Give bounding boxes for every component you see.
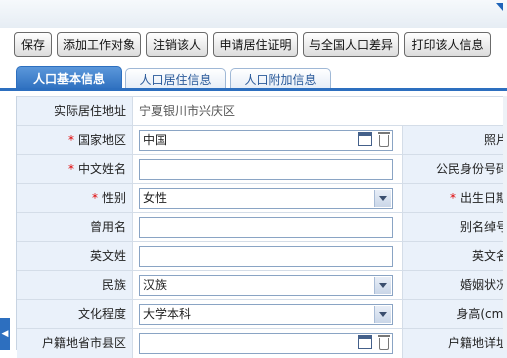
education-label: 文化程度 (17, 300, 133, 329)
save-button[interactable]: 保存 (14, 32, 52, 57)
household-region-field[interactable] (139, 333, 393, 354)
cancel-person-button[interactable]: 注销该人 (146, 32, 208, 57)
calendar-icon[interactable] (358, 132, 372, 146)
chevron-down-icon[interactable] (374, 277, 391, 294)
birthdate-label-text: 出生日期 (459, 191, 507, 205)
gender-select-value: 女性 (143, 191, 168, 205)
gender-select[interactable]: 女性 (139, 188, 393, 209)
row-english-surname: 英文姓 英文名 (17, 241, 507, 271)
row-ethnicity: 民族 汉族 婚姻状况 (17, 270, 507, 300)
english-name-label: 英文名 (402, 242, 507, 271)
country-label-text: 国家地区 (77, 133, 126, 147)
household-detail-label: 户籍地详址 (402, 329, 507, 358)
row-chinese-name: * 中文姓名 公民身份号码 (17, 154, 507, 184)
print-info-button[interactable]: 打印该人信息 (404, 32, 491, 57)
row-actual-address: 实际居住地址 宁夏银川市兴庆区 (17, 96, 507, 126)
gender-label-text: 性别 (101, 191, 126, 205)
calendar-icon[interactable] (358, 335, 372, 349)
corner-marker-icon (496, 3, 503, 11)
chinese-name-label: * 中文姓名 (17, 155, 133, 184)
required-marker: * (449, 191, 456, 205)
chinese-name-field[interactable] (139, 159, 393, 180)
row-gender: * 性别 女性 * 出生日期 (17, 183, 507, 213)
top-strip (0, 0, 507, 28)
ethnicity-label: 民族 (17, 271, 133, 300)
chinese-name-label-text: 中文姓名 (77, 162, 126, 176)
height-label: 身高(cm) (402, 300, 507, 329)
english-surname-label: 英文姓 (17, 242, 133, 271)
marital-label: 婚姻状况 (402, 271, 507, 300)
alias-label: 别名绰号 (402, 213, 507, 242)
photo-label: 照片 (402, 126, 507, 155)
row-education: 文化程度 大学本科 身高(cm) (17, 299, 507, 329)
scrollbar[interactable] (503, 96, 507, 350)
english-surname-field[interactable] (139, 246, 393, 267)
ethnicity-select-value: 汉族 (143, 278, 168, 292)
education-select-value: 大学本科 (143, 307, 192, 321)
chevron-down-icon[interactable] (374, 306, 391, 323)
tab-additional-info[interactable]: 人口附加信息 (230, 68, 331, 90)
trash-icon[interactable] (377, 334, 391, 351)
add-work-object-button[interactable]: 添加工作对象 (57, 32, 141, 57)
tab-basic-info[interactable]: 人口基本信息 (16, 66, 122, 90)
row-former-name: 曾用名 别名绰号 (17, 212, 507, 242)
actual-address-label: 实际居住地址 (17, 97, 133, 126)
chevron-down-icon[interactable] (374, 190, 391, 207)
person-form: 实际居住地址 宁夏银川市兴庆区 * 国家地区 中国 照片 * 中文姓名 公民身份号码… (16, 96, 507, 358)
ethnicity-select[interactable]: 汉族 (139, 275, 393, 296)
row-household-region: 户籍地省市县区 户籍地详址 (17, 328, 507, 358)
country-field[interactable]: 中国 (139, 130, 393, 151)
actual-address-value: 宁夏银川市兴庆区 (139, 104, 236, 118)
apply-residence-cert-button[interactable]: 申请居住证明 (213, 32, 298, 57)
former-name-label: 曾用名 (17, 213, 133, 242)
gender-label: * 性别 (17, 184, 133, 213)
trash-icon[interactable] (377, 131, 391, 148)
tab-bar: 人口基本信息 人口居住信息 人口附加信息 (0, 66, 507, 90)
required-marker: * (67, 133, 74, 147)
id-number-label: 公民身份号码 (402, 155, 507, 184)
tab-residence-info[interactable]: 人口居住信息 (125, 68, 226, 90)
required-marker: * (91, 191, 98, 205)
toolbar: 保存 添加工作对象 注销该人 申请居住证明 与全国人口差异 打印该人信息 (0, 32, 507, 58)
household-region-label: 户籍地省市县区 (17, 329, 133, 358)
tab-underline (0, 88, 507, 91)
former-name-field[interactable] (139, 217, 393, 238)
birthdate-label: * 出生日期 (402, 184, 507, 213)
national-diff-button[interactable]: 与全国人口差异 (303, 32, 399, 57)
row-country: * 国家地区 中国 照片 (17, 125, 507, 155)
country-label: * 国家地区 (17, 126, 133, 155)
education-select[interactable]: 大学本科 (139, 304, 393, 325)
collapse-left-icon[interactable]: ◀ (0, 318, 10, 350)
required-marker: * (67, 162, 74, 176)
